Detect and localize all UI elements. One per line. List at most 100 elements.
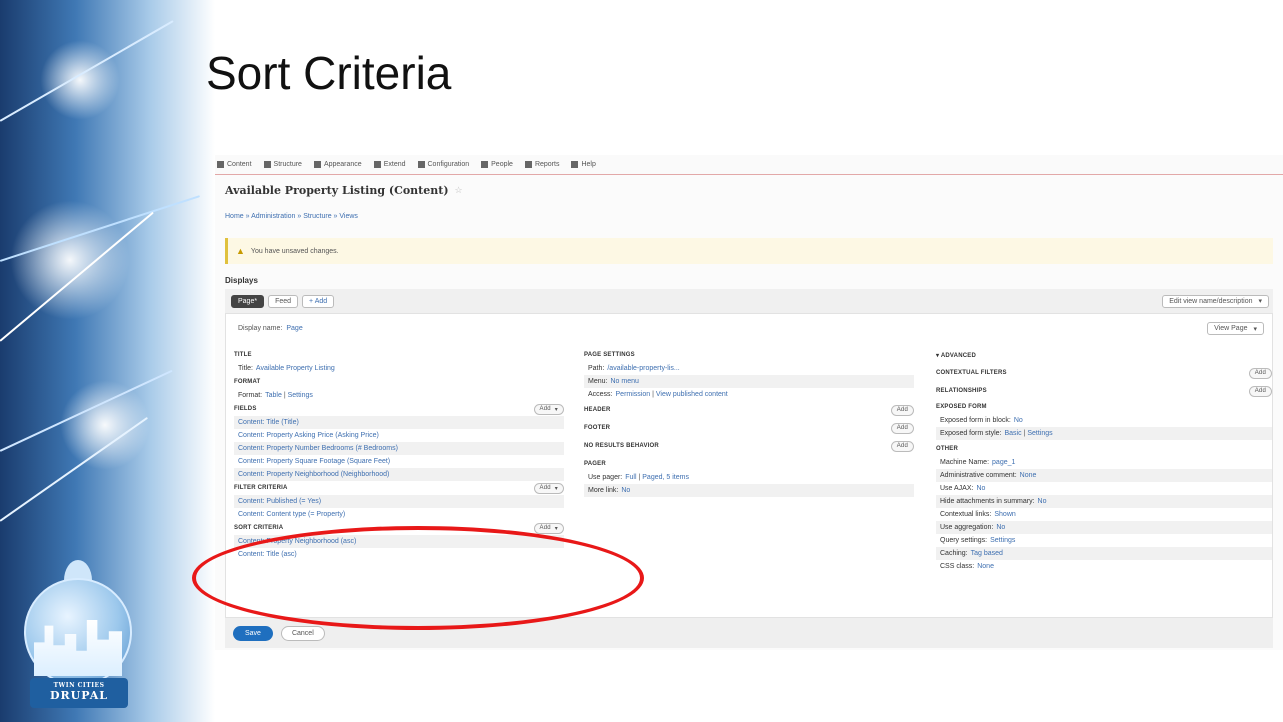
toolbar-item-extend[interactable]: Extend [373, 161, 406, 168]
row-value-link[interactable]: Tag based [971, 550, 1003, 557]
row-extra-link[interactable]: View published content [656, 391, 728, 398]
use-pager-row[interactable]: Use pager: Full | Paged, 5 items [584, 471, 914, 484]
row-value-link[interactable]: None [1020, 472, 1037, 479]
other-row[interactable]: Caching: Tag based [936, 547, 1272, 560]
field-link[interactable]: Content: Property Asking Price (Asking P… [238, 432, 379, 439]
other-row[interactable]: Contextual links: Shown [936, 508, 1272, 521]
row-value-link[interactable]: None [977, 563, 994, 570]
field-row[interactable]: Content: Property Square Footage (Square… [234, 455, 564, 468]
row-value-link[interactable]: Shown [994, 511, 1015, 518]
tab-feed[interactable]: Feed [268, 294, 299, 308]
star-icon[interactable]: ☆ [455, 185, 463, 196]
row-value-link[interactable]: Settings [990, 537, 1015, 544]
save-button[interactable]: Save [233, 625, 273, 641]
row-extra-link[interactable]: Paged, 5 items [642, 474, 689, 481]
tab-page[interactable]: Page* [231, 294, 265, 308]
more-link-row[interactable]: More link: No [584, 484, 914, 497]
section-exposed-form: EXPOSED FORM [936, 400, 1272, 414]
field-link[interactable]: Content: Property Square Footage (Square… [238, 458, 390, 465]
title-row[interactable]: Title: Available Property Listing [234, 362, 564, 375]
field-link[interactable]: Content: Property Number Bedrooms (# Bed… [238, 445, 398, 452]
format-row[interactable]: Format: Table | Settings [234, 389, 564, 402]
toolbar-item-content[interactable]: Content [217, 161, 252, 168]
add-display-button[interactable]: + Add [302, 294, 335, 308]
filter-link[interactable]: Content: Published (= Yes) [238, 498, 321, 505]
toolbar-item-structure[interactable]: Structure [263, 161, 302, 168]
toolbar-label: Reports [534, 161, 560, 168]
breadcrumb[interactable]: Home » Administration » Structure » View… [215, 205, 1283, 228]
other-row[interactable]: Machine Name: page_1 [936, 456, 1272, 469]
path-row[interactable]: Path:/available-property-lis... [584, 362, 914, 375]
settings-link[interactable]: Settings [288, 392, 313, 399]
row-value-link[interactable]: Full [625, 474, 636, 481]
people-icon [481, 161, 489, 168]
no-results-add-button[interactable]: Add [890, 440, 914, 452]
section-other: OTHER [936, 442, 1272, 456]
row-value-link[interactable]: No [996, 524, 1005, 531]
field-row[interactable]: Content: Property Neighborhood (Neighbor… [234, 468, 564, 481]
row-value-link[interactable]: No [1038, 498, 1047, 505]
row-value-link[interactable]: No [1014, 417, 1023, 424]
row-value-link[interactable]: Table [265, 392, 282, 399]
fields-add-button[interactable]: Add ▾ [533, 403, 564, 415]
row-value-link[interactable]: page_1 [992, 459, 1015, 466]
row-value-link[interactable]: /available-property-lis... [607, 365, 679, 372]
row-extra-link[interactable]: Settings [1027, 430, 1052, 437]
sort-add-button[interactable]: Add ▾ [533, 522, 564, 534]
relationships-add-button[interactable]: Add [1248, 385, 1272, 397]
toolbar-item-people[interactable]: People [481, 161, 513, 168]
separator: | [283, 392, 286, 399]
section-heading: FILTER CRITERIA [234, 485, 288, 491]
row-value-link[interactable]: Permission [616, 391, 651, 398]
header-add-button[interactable]: Add [890, 404, 914, 416]
row-value-link[interactable]: No [976, 485, 985, 492]
exposed-style-row[interactable]: Exposed form style: Basic | Settings [936, 427, 1272, 440]
section-heading: FOOTER [584, 425, 611, 431]
section-contextual-filters: CONTEXTUAL FILTERS Add [936, 366, 1272, 380]
row-value-link[interactable]: Basic [1004, 430, 1021, 437]
filter-add-button[interactable]: Add ▾ [533, 482, 564, 494]
section-relationships: RELATIONSHIPS Add [936, 384, 1272, 398]
footer-add-button[interactable]: Add [890, 422, 914, 434]
field-row[interactable]: Content: Property Asking Price (Asking P… [234, 429, 564, 442]
other-row[interactable]: Query settings: Settings [936, 534, 1272, 547]
row-value-link[interactable]: Available Property Listing [256, 365, 335, 372]
field-link[interactable]: Content: Title (Title) [238, 419, 299, 426]
twin-cities-drupal-logo: TWIN CITIES DRUPAL [20, 560, 138, 710]
toolbar-item-help[interactable]: Help [571, 161, 596, 168]
section-pager: PAGER [584, 457, 914, 471]
row-label: Hide attachments in summary: [940, 498, 1035, 505]
edit-view-name-button[interactable]: Edit view name/description ▾ [1162, 294, 1269, 308]
view-page-button[interactable]: View Page ▾ [1207, 322, 1264, 335]
exposed-block-row[interactable]: Exposed form in block: No [936, 414, 1272, 427]
section-heading: PAGE SETTINGS [584, 352, 635, 358]
menu-row[interactable]: Menu: No menu [584, 375, 914, 388]
field-link[interactable]: Content: Property Neighborhood (Neighbor… [238, 471, 389, 478]
toolbar-item-appearance[interactable]: Appearance [313, 161, 362, 168]
other-row[interactable]: Administrative comment: None [936, 469, 1272, 482]
menu-icon [217, 161, 224, 168]
filter-link[interactable]: Content: Content type (= Property) [238, 511, 345, 518]
toolbar-item-configuration[interactable]: Configuration [417, 161, 469, 168]
toolbar-item-reports[interactable]: Reports [524, 161, 560, 168]
other-row[interactable]: Use AJAX: No [936, 482, 1272, 495]
row-value-link[interactable]: No menu [610, 378, 638, 385]
row-label: Use pager: [588, 474, 623, 481]
section-format: FORMAT [234, 375, 564, 389]
access-row[interactable]: Access: Permission | View published conte… [584, 388, 914, 401]
other-row[interactable]: CSS class: None [936, 560, 1272, 573]
chevron-down-icon: ▾ [554, 525, 558, 532]
toolbar-label: People [491, 161, 513, 168]
advanced-toggle[interactable]: ▾ ADVANCED [936, 348, 1272, 362]
field-row[interactable]: Content: Property Number Bedrooms (# Bed… [234, 442, 564, 455]
filter-row[interactable]: Content: Published (= Yes) [234, 495, 564, 508]
decorative-fiber-background: TWIN CITIES DRUPAL [0, 0, 215, 722]
row-value-link[interactable]: No [621, 487, 630, 494]
filter-row[interactable]: Content: Content type (= Property) [234, 508, 564, 521]
field-row[interactable]: Content: Title (Title) [234, 416, 564, 429]
other-row[interactable]: Hide attachments in summary: No [936, 495, 1272, 508]
other-row[interactable]: Use aggregation: No [936, 521, 1272, 534]
display-name-link[interactable]: Page [286, 325, 302, 332]
contextual-add-button[interactable]: Add [1248, 367, 1272, 379]
cancel-button[interactable]: Cancel [280, 625, 325, 641]
